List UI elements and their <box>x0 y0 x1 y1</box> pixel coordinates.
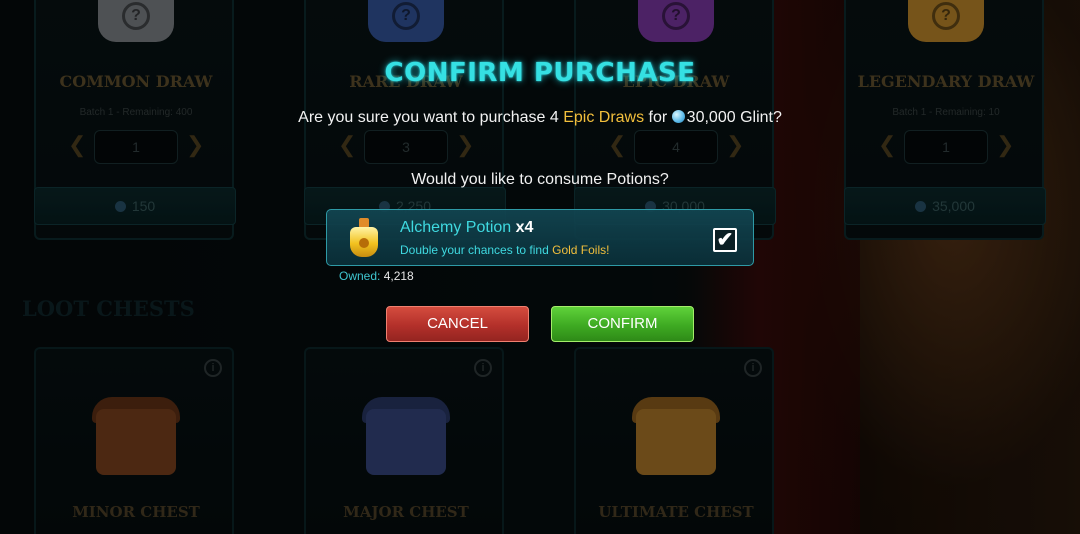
potion-checkbox[interactable]: ✔ <box>713 228 737 252</box>
alchemy-potion-option[interactable]: Alchemy Potion x4 Double your chances to… <box>326 209 754 266</box>
owned-label: Owned: <box>339 269 381 283</box>
question-for: for <box>648 109 668 126</box>
potion-question: Would you like to consume Potions? <box>411 171 669 188</box>
potion-owned: Owned: 4,218 <box>339 269 414 283</box>
potion-desc-highlight: Gold Foils! <box>552 243 610 257</box>
modal-title: CONFIRM PURCHASE <box>384 58 696 88</box>
question-item: Epic Draws <box>563 109 645 126</box>
glint-gem-icon <box>671 110 685 123</box>
cancel-button[interactable]: CANCEL <box>386 306 529 342</box>
potion-name: Alchemy Potion x4 <box>400 219 533 237</box>
potion-multiplier: x4 <box>515 219 534 236</box>
purchase-question: Are you sure you want to purchase 4 Epic… <box>290 106 790 130</box>
question-currency: Glint? <box>740 109 782 126</box>
confirm-button[interactable]: CONFIRM <box>551 306 694 342</box>
question-prefix: Are you sure you want to purchase 4 <box>298 109 559 126</box>
potion-desc-text: Double your chances to find <box>400 243 549 257</box>
question-amount: 30,000 <box>686 109 736 126</box>
alchemy-potion-icon <box>347 218 381 260</box>
potion-name-text: Alchemy Potion <box>400 219 512 236</box>
owned-value: 4,218 <box>383 269 414 283</box>
potion-description: Double your chances to find Gold Foils! <box>400 243 609 257</box>
